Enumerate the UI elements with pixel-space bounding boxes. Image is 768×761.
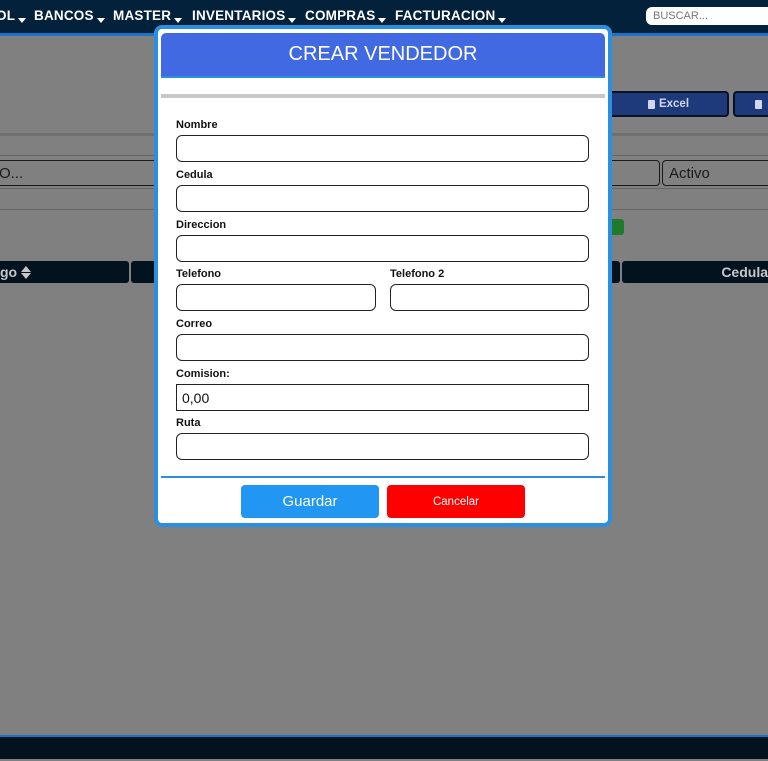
caret-down-icon [288, 18, 297, 23]
excel-file-icon [647, 99, 655, 109]
cedula-input[interactable] [176, 185, 589, 212]
nav-item-control[interactable]: OL [0, 8, 27, 23]
filter-search-value: O... [0, 164, 24, 182]
file-icon [754, 99, 762, 109]
nav-item-label: MASTER [113, 8, 172, 23]
nav-item-master[interactable]: MASTER [113, 8, 183, 23]
page-footer [0, 735, 768, 759]
telefono-input[interactable] [176, 284, 376, 311]
column-header-label: go [0, 264, 18, 280]
caret-down-icon [96, 18, 105, 23]
comision-label: Comision: [176, 368, 230, 380]
telefono2-input[interactable] [390, 284, 589, 311]
nombre-label: Nombre [176, 119, 218, 131]
nav-item-label: COMPRAS [305, 8, 376, 23]
nav-item-bancos[interactable]: BANCOS [34, 8, 105, 23]
guardar-button[interactable]: Guardar [241, 485, 379, 518]
caret-down-icon [174, 18, 183, 23]
export-excel-button[interactable]: Excel [608, 91, 729, 117]
modal-title: CREAR VENDEDOR [288, 43, 478, 65]
filter-search-input[interactable]: O... [0, 160, 162, 186]
status-select-value: Activo [669, 164, 710, 182]
modal-header: CREAR VENDEDOR [161, 33, 605, 78]
caret-down-icon [498, 18, 507, 23]
column-header-cedula[interactable]: Cedula [622, 261, 768, 283]
telefono2-label: Telefono 2 [390, 268, 445, 280]
nav-item-label: FACTURACION [395, 8, 496, 23]
filter-select[interactable] [604, 160, 660, 186]
nav-item-compras[interactable]: COMPRAS [305, 8, 387, 23]
direccion-label: Direccion [176, 219, 227, 231]
nav-item-inventarios[interactable]: INVENTARIOS [192, 8, 297, 23]
export-excel-label: Excel [658, 98, 690, 110]
cedula-label: Cedula [176, 169, 213, 181]
global-search-input[interactable] [646, 7, 768, 25]
caret-down-icon [378, 18, 387, 23]
telefono-label: Telefono [176, 268, 222, 280]
nav-item-label: INVENTARIOS [192, 8, 286, 23]
sort-icon [21, 265, 32, 279]
export-pdf-button[interactable] [733, 91, 768, 117]
nav-item-label: BANCOS [34, 8, 94, 23]
nav-item-label: OL [0, 8, 16, 23]
correo-label: Correo [176, 318, 213, 330]
column-header-codigo[interactable]: go [0, 261, 129, 283]
modal-footer-divider [161, 476, 605, 478]
status-select[interactable]: Activo [662, 160, 768, 186]
ruta-input[interactable] [176, 433, 589, 460]
crear-vendedor-modal: CREAR VENDEDOR Nombre Cedula Direccion T… [154, 25, 612, 527]
caret-down-icon [18, 18, 27, 23]
cancelar-button[interactable]: Cancelar [387, 485, 525, 518]
direccion-input[interactable] [176, 235, 589, 262]
column-header-label: Cedula [721, 264, 768, 280]
nav-item-facturacion[interactable]: FACTURACION [395, 8, 507, 23]
ruta-label: Ruta [176, 417, 201, 429]
comision-input[interactable] [176, 384, 589, 411]
nombre-input[interactable] [176, 135, 589, 162]
correo-input[interactable] [176, 334, 589, 361]
header-separator [161, 94, 605, 98]
